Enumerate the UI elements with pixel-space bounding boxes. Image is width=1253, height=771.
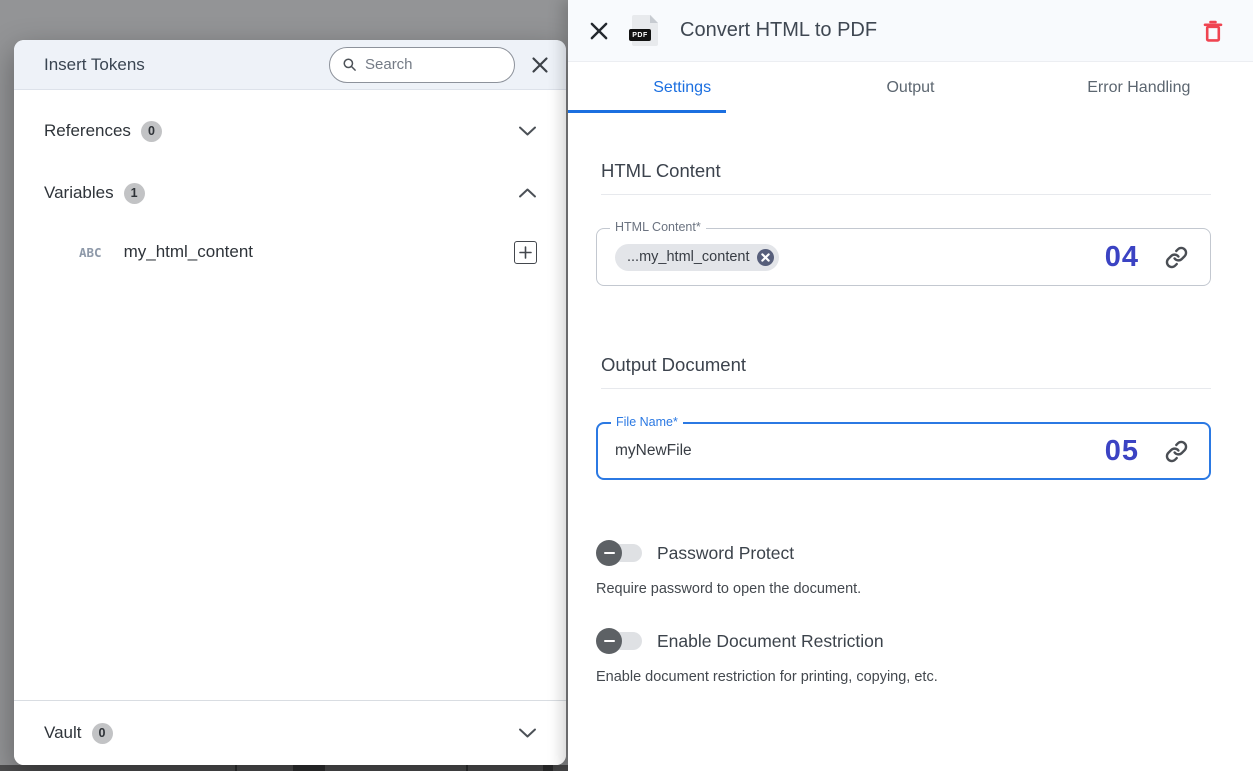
settings-tab-content: HTML Content HTML Content* ...my_html_co… <box>568 113 1253 771</box>
token-chip-label: ...my_html_content <box>627 249 750 265</box>
variable-list-item[interactable]: ABC my_html_content <box>79 234 537 270</box>
action-config-panel: PDF Convert HTML to PDF Settings Output … <box>568 0 1253 771</box>
password-protect-row: Password Protect <box>596 540 1211 566</box>
variables-count-badge: 1 <box>123 182 145 204</box>
close-icon[interactable] <box>588 20 610 42</box>
remove-token-icon[interactable] <box>756 248 774 266</box>
tab-output[interactable]: Output <box>796 62 1024 113</box>
field-order-number: 05 <box>1104 434 1139 467</box>
vault-section-row[interactable]: Vault 0 <box>14 700 566 765</box>
chevron-down-icon[interactable] <box>518 727 537 739</box>
variable-name: my_html_content <box>123 242 254 261</box>
html-content-field-label: HTML Content* <box>610 220 706 234</box>
background-artifact <box>235 765 237 771</box>
references-label: References <box>44 121 131 140</box>
token-chip[interactable]: ...my_html_content <box>615 243 779 271</box>
background-artifact <box>293 764 325 771</box>
insert-tokens-dialog: Insert Tokens References 0 <box>14 40 566 765</box>
token-search-box[interactable] <box>329 46 515 83</box>
chevron-up-icon[interactable] <box>518 187 537 199</box>
token-dialog-content: References 0 Variables 1 ABC my_html_con… <box>14 90 566 270</box>
html-content-field[interactable]: HTML Content* ...my_html_content 04 <box>596 220 1211 286</box>
variables-label: Variables <box>44 183 114 202</box>
background-artifact <box>466 765 468 771</box>
file-name-input[interactable] <box>615 442 1105 460</box>
panel-tabs: Settings Output Error Handling <box>568 62 1253 113</box>
search-input[interactable] <box>365 56 485 73</box>
chevron-down-icon[interactable] <box>518 125 537 137</box>
insert-token-button[interactable] <box>514 240 537 264</box>
file-name-field-label: File Name* <box>611 415 683 429</box>
close-icon[interactable] <box>530 55 550 75</box>
link-icon[interactable] <box>1165 246 1188 269</box>
vault-label: Vault <box>44 723 82 742</box>
vault-count-badge: 0 <box>91 722 113 744</box>
string-type-icon: ABC <box>79 244 102 260</box>
search-icon <box>342 57 357 72</box>
html-content-heading: HTML Content <box>601 160 1211 195</box>
link-icon[interactable] <box>1165 440 1188 463</box>
insert-tokens-header: Insert Tokens <box>14 40 566 90</box>
field-order-number: 04 <box>1104 240 1139 273</box>
document-restriction-row: Enable Document Restriction <box>596 628 1211 654</box>
document-restriction-description: Enable document restriction for printing… <box>596 669 938 685</box>
panel-title: Convert HTML to PDF <box>680 19 878 41</box>
tab-error-handling[interactable]: Error Handling <box>1025 62 1253 113</box>
file-name-field[interactable]: File Name* 05 <box>596 415 1211 480</box>
panel-header: PDF Convert HTML to PDF <box>568 0 1253 62</box>
references-count-badge: 0 <box>140 120 162 142</box>
dialog-title: Insert Tokens <box>44 54 145 74</box>
tab-settings[interactable]: Settings <box>568 62 796 113</box>
output-document-heading: Output Document <box>601 354 1211 389</box>
delete-action-icon[interactable] <box>1201 18 1225 44</box>
password-protect-description: Require password to open the document. <box>596 581 862 597</box>
document-restriction-label: Enable Document Restriction <box>657 630 884 651</box>
password-protect-label: Password Protect <box>657 542 795 563</box>
active-tab-indicator <box>568 110 726 113</box>
variables-section-row[interactable]: Variables 1 <box>44 176 537 210</box>
password-protect-toggle[interactable] <box>596 540 644 566</box>
references-section-row[interactable]: References 0 <box>44 114 537 148</box>
background-artifact-band <box>0 762 568 771</box>
document-restriction-toggle[interactable] <box>596 628 644 654</box>
pdf-file-icon: PDF <box>629 15 658 46</box>
